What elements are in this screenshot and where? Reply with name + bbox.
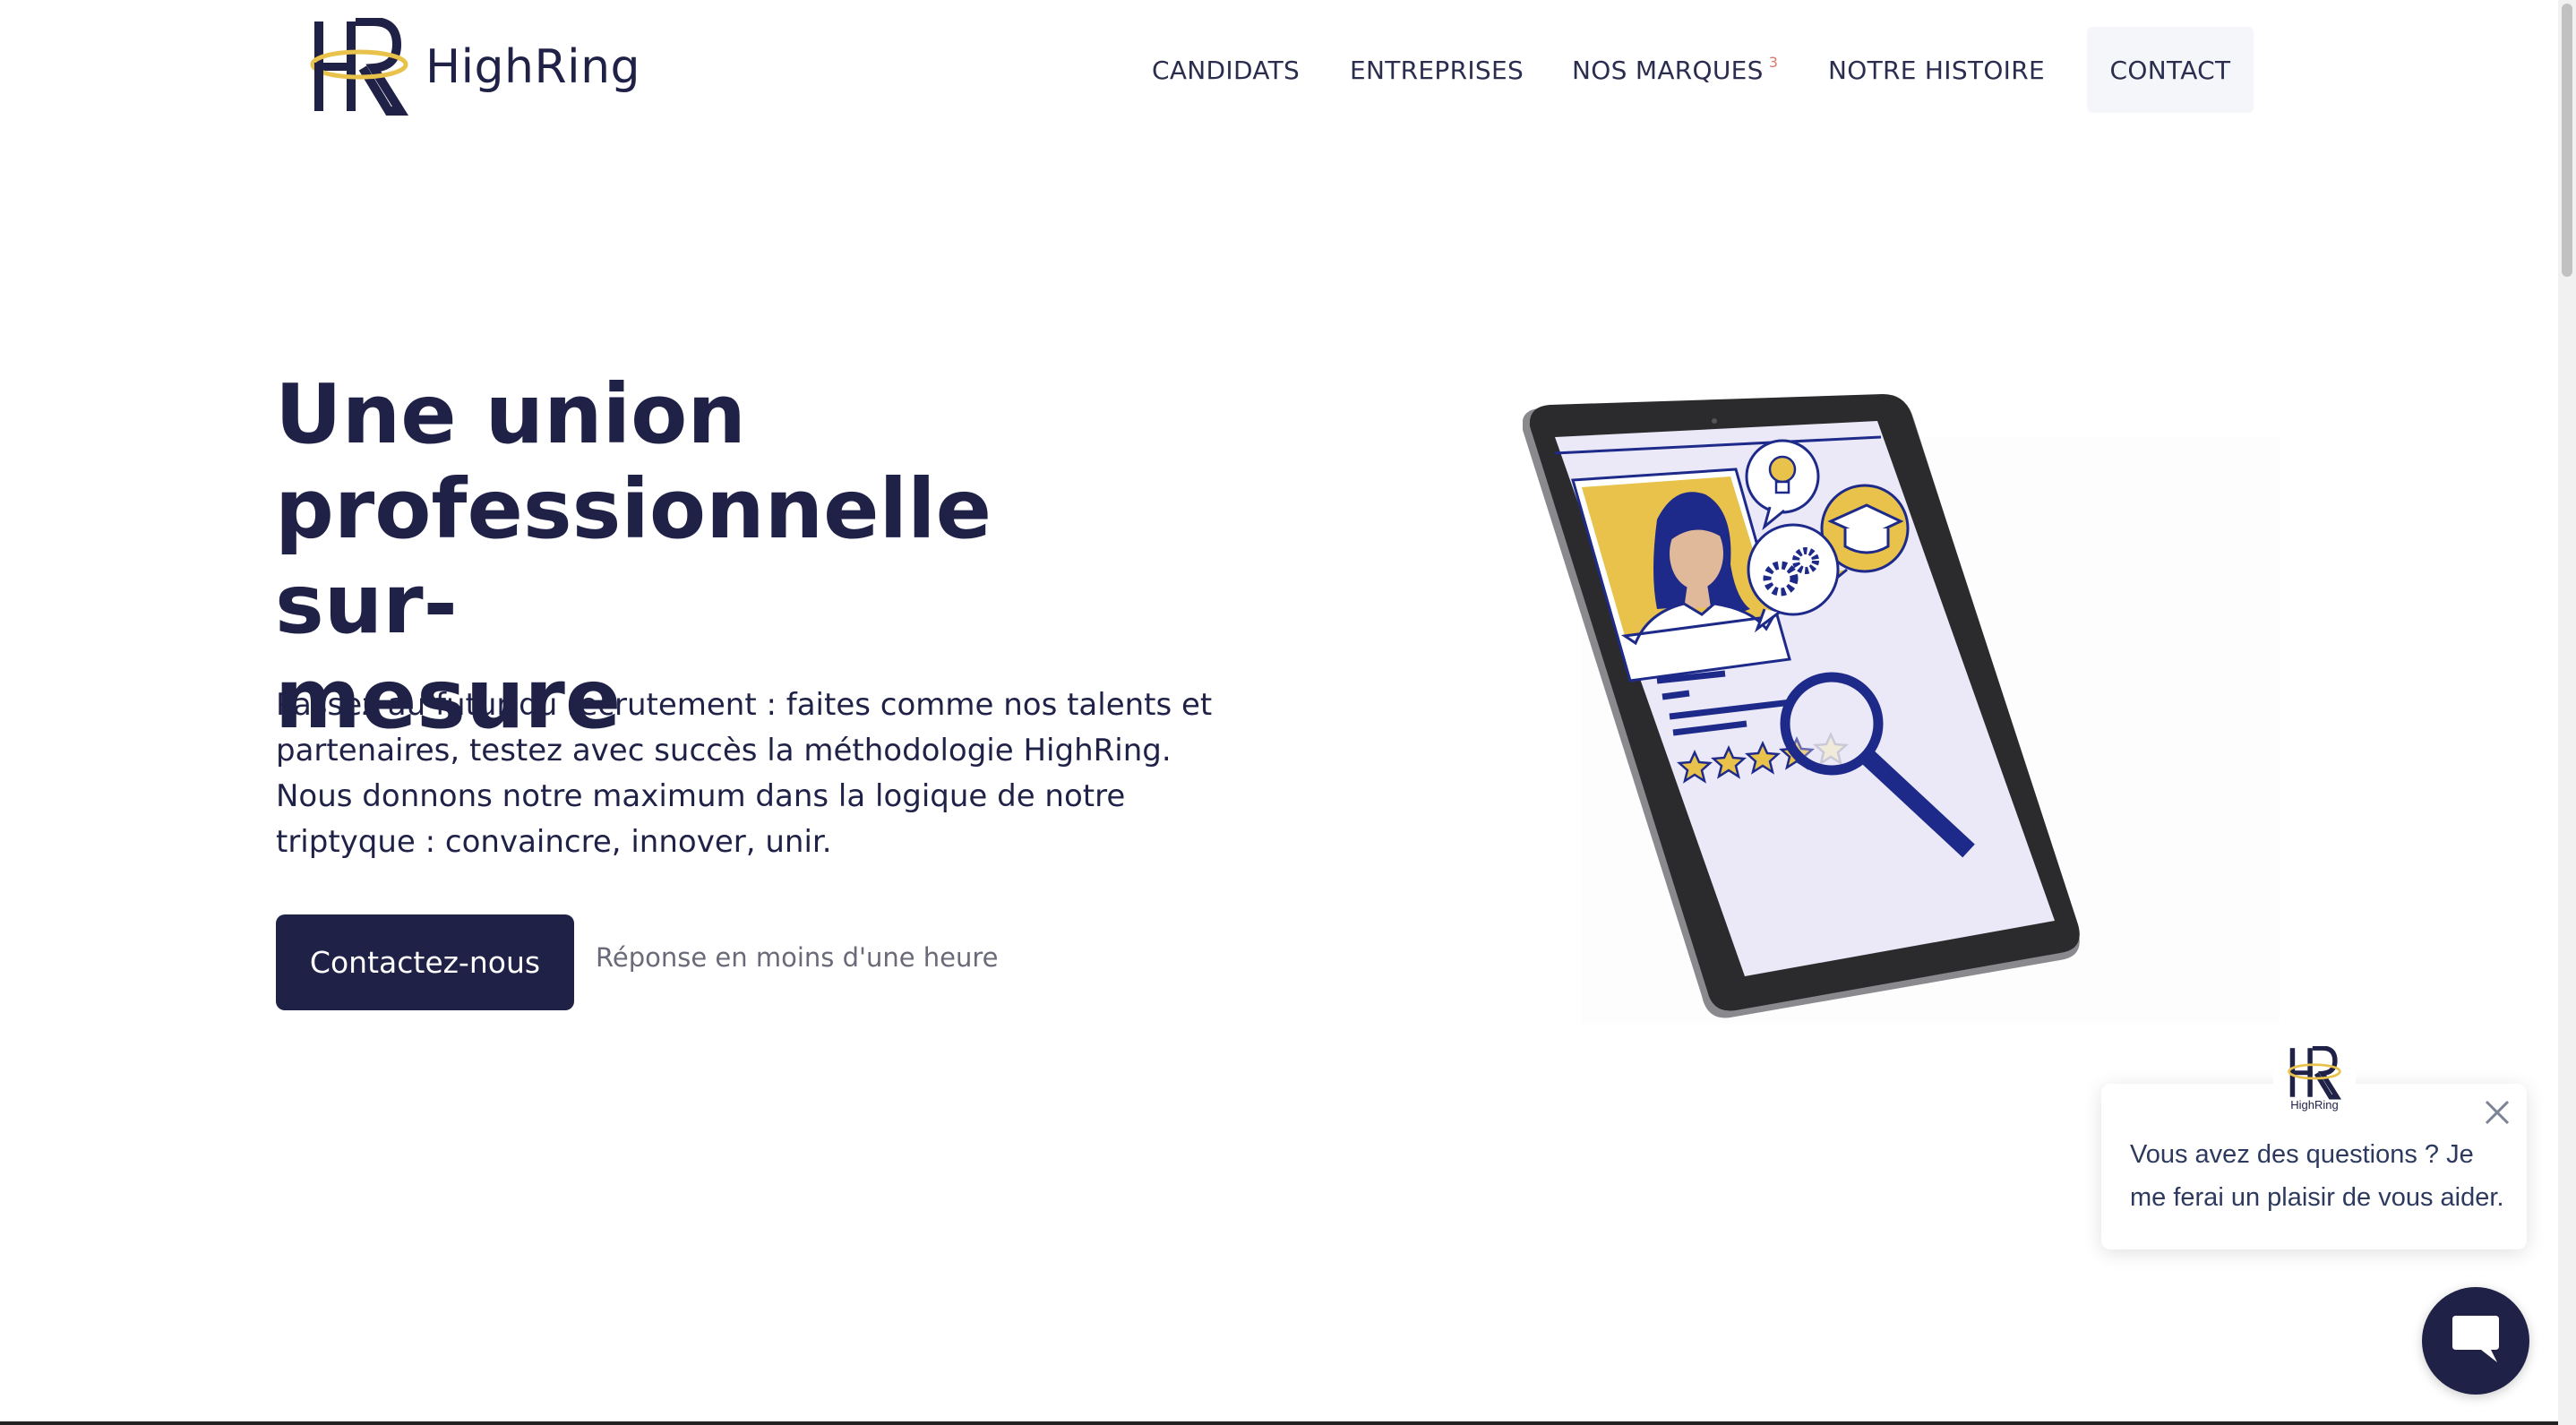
nav-nos-marques[interactable]: NOS MARQUES 3 bbox=[1572, 27, 1778, 113]
nav-candidats[interactable]: CANDIDATS bbox=[1152, 27, 1300, 113]
bottom-divider bbox=[0, 1421, 2558, 1425]
tablet-recruitment-illustration bbox=[1523, 394, 2080, 1018]
chat-message-line: Vous avez des questions ? Je bbox=[2130, 1140, 2474, 1169]
scrollbar-thumb[interactable] bbox=[2562, 4, 2572, 277]
hero-description: Passez au futur du recrutement : faites … bbox=[276, 682, 1234, 865]
close-icon[interactable] bbox=[2481, 1096, 2513, 1129]
chat-message-line: me ferai un plaisir de vous aider. bbox=[2130, 1183, 2504, 1212]
contact-us-button[interactable]: Contactez-nous bbox=[276, 914, 574, 1010]
chat-launcher-button[interactable] bbox=[2422, 1287, 2529, 1395]
chat-message: Vous avez des questions ? Je me ferai un… bbox=[2130, 1133, 2506, 1219]
nav-contact-button[interactable]: CONTACT bbox=[2087, 27, 2254, 113]
hero-description-line: Nous donnons notre maximum dans la logiq… bbox=[276, 778, 1126, 814]
nav-entreprises[interactable]: ENTREPRISES bbox=[1350, 27, 1524, 113]
nav-notre-histoire[interactable]: NOTRE HISTOIRE bbox=[1828, 27, 2045, 113]
hero-description-line: Passez au futur du recrutement : faites … bbox=[276, 687, 1213, 723]
nav-nos-marques-badge: 3 bbox=[1768, 54, 1779, 71]
response-time-note: Réponse en moins d'une heure bbox=[596, 942, 999, 973]
hero-description-line: triptyque : convaincre, innover, unir. bbox=[276, 824, 832, 860]
chat-bubble-icon bbox=[2452, 1316, 2499, 1362]
main-nav: CANDIDATS ENTREPRISES NOS MARQUES 3 NOTR… bbox=[0, 27, 2576, 113]
nav-nos-marques-label: NOS MARQUES bbox=[1572, 55, 1764, 85]
chat-avatar: HighRing bbox=[2273, 1037, 2356, 1120]
hero-description-line: partenaires, testez avec succès la métho… bbox=[276, 733, 1172, 768]
hero-title-line: Une union bbox=[275, 366, 746, 462]
chat-avatar-label: HighRing bbox=[2290, 1097, 2339, 1112]
highring-logo-icon bbox=[2288, 1045, 2342, 1099]
hero-title-line: professionnelle sur- bbox=[275, 461, 992, 652]
